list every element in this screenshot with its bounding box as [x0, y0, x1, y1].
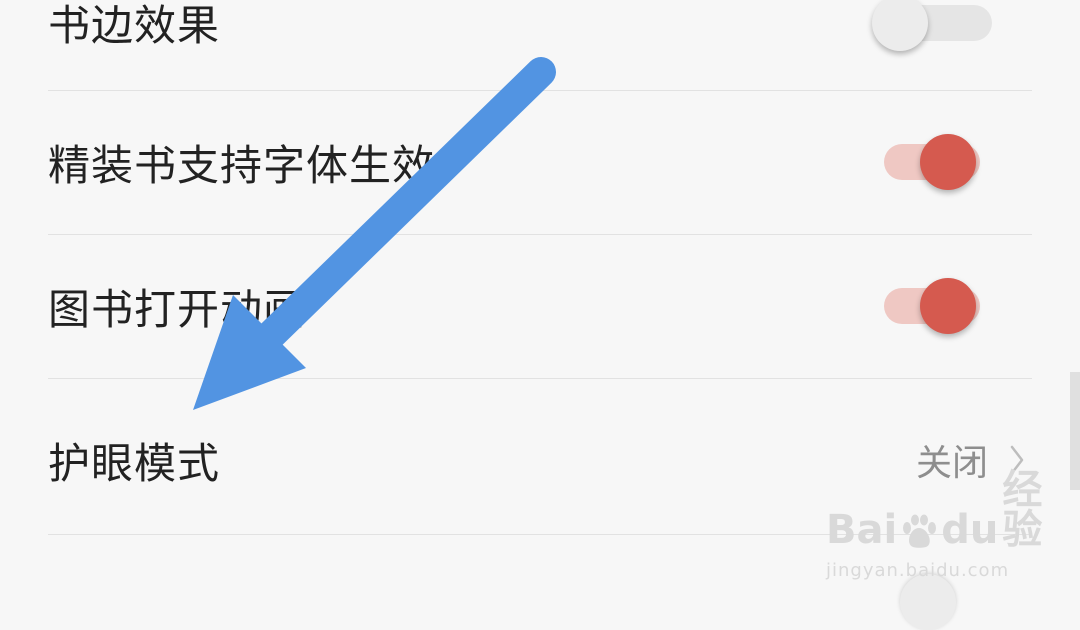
watermark-brand-suffix: du [941, 507, 999, 553]
watermark-brand-cn: 经验 [1002, 467, 1043, 553]
watermark: Bai du 经验 jingyan.baidu.com [826, 470, 1042, 581]
watermark-brand-latin: Bai [826, 507, 898, 553]
baidu-paw-icon [899, 514, 939, 550]
watermark-url: jingyan.baidu.com [826, 560, 1010, 581]
